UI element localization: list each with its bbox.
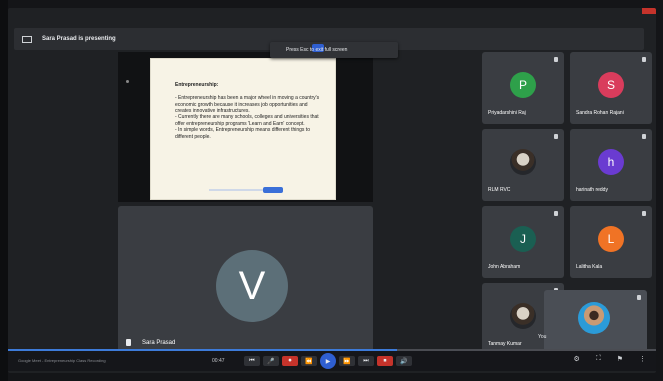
participant-avatar: J bbox=[510, 226, 536, 252]
participant-name: Priyadarshini Raj bbox=[488, 110, 526, 116]
participant-name: harinath reddy bbox=[576, 187, 608, 193]
main-participant-tile[interactable]: V Sara Prasad bbox=[118, 206, 373, 352]
control-button[interactable]: ⏺ bbox=[282, 356, 298, 366]
fullscreen-popup: Press Esc to exit full screen bbox=[270, 42, 398, 58]
participant-tile[interactable]: P Priyadarshini Raj bbox=[482, 52, 564, 124]
control-button[interactable]: ⏮ bbox=[244, 356, 260, 366]
fullscreen-popup-text: Press Esc to exit full screen bbox=[286, 47, 348, 53]
screen-share-icon bbox=[22, 35, 32, 43]
toolbar-icon[interactable]: ⋮ bbox=[639, 355, 646, 363]
slide-button[interactable] bbox=[263, 187, 283, 193]
mic-icon bbox=[554, 134, 558, 139]
presenting-banner-text: Sara Prasad is presenting bbox=[42, 36, 116, 42]
slide-content: Entrepreneurship: - Entrepreneurship has… bbox=[175, 76, 325, 140]
control-button[interactable]: 🔊 bbox=[396, 356, 412, 366]
participant-tile[interactable]: RLM RVC bbox=[482, 129, 564, 201]
participant-name: Tanmay Kumar bbox=[488, 341, 522, 347]
progress-bar[interactable] bbox=[8, 349, 656, 351]
toolbar-icon[interactable]: ⚑ bbox=[617, 355, 623, 363]
control-button[interactable]: ⏪ bbox=[301, 356, 317, 366]
control-button[interactable]: ⏹ bbox=[377, 356, 393, 366]
mic-icon bbox=[642, 211, 646, 216]
main-avatar: V bbox=[216, 250, 288, 322]
control-button[interactable]: 🎤 bbox=[263, 356, 279, 366]
slide-body: - Entrepreneurship has been a major whee… bbox=[175, 95, 320, 140]
meeting-window: Sara Prasad is presenting Entrepreneursh… bbox=[8, 8, 656, 373]
time-label: 00:47 bbox=[212, 358, 225, 364]
pointer-dot bbox=[126, 80, 129, 83]
control-buttons: ⏮ 🎤 ⏺ ⏪ ▶ ⏩ ⏭ ⏹ 🔊 bbox=[244, 353, 440, 369]
mic-icon bbox=[637, 295, 641, 300]
progress-fill bbox=[8, 349, 397, 351]
shared-slide: Entrepreneurship: - Entrepreneurship has… bbox=[150, 58, 336, 200]
mic-icon bbox=[554, 211, 558, 216]
participant-avatar bbox=[510, 303, 536, 329]
close-indicator[interactable] bbox=[642, 8, 656, 14]
participant-avatar: P bbox=[510, 72, 536, 98]
control-button[interactable]: ▶ bbox=[320, 353, 336, 369]
toolbar-icon[interactable]: ⛶ bbox=[596, 355, 601, 363]
participant-avatar bbox=[510, 149, 536, 175]
participant-name: RLM RVC bbox=[488, 187, 511, 193]
mic-icon bbox=[642, 57, 646, 62]
participant-tile[interactable]: L Lalitha Kala bbox=[570, 206, 652, 278]
mic-icon bbox=[642, 134, 646, 139]
participant-avatar: h bbox=[598, 149, 624, 175]
participant-tile[interactable]: J John Abraham bbox=[482, 206, 564, 278]
control-button[interactable]: ⏩ bbox=[339, 356, 355, 366]
left-margin bbox=[0, 0, 8, 381]
slide-progress bbox=[209, 189, 269, 191]
slide-heading: Entrepreneurship: bbox=[175, 82, 219, 89]
participant-name: Lalitha Kala bbox=[576, 264, 603, 270]
right-controls: ⚙ ⛶ ⚑ ⋮ bbox=[574, 355, 646, 363]
main-participant-name: Sara Prasad bbox=[142, 340, 176, 346]
presentation-stage: Entrepreneurship: - Entrepreneurship has… bbox=[118, 52, 373, 202]
participant-tile[interactable]: S Sandra Rohan Rajani bbox=[570, 52, 652, 124]
recording-title: Google Meet - Entrepreneurship Class Rec… bbox=[18, 358, 106, 363]
self-name: You bbox=[538, 334, 547, 340]
pin-icon[interactable] bbox=[126, 339, 131, 346]
participant-avatar: L bbox=[598, 226, 624, 252]
participant-name: Sandra Rohan Rajani bbox=[576, 110, 624, 116]
player-controls: Google Meet - Entrepreneurship Class Rec… bbox=[8, 349, 656, 371]
participant-avatar: S bbox=[598, 72, 624, 98]
mic-icon bbox=[554, 57, 558, 62]
toolbar-icon[interactable]: ⚙ bbox=[574, 355, 580, 363]
participant-name: John Abraham bbox=[488, 264, 521, 270]
control-button[interactable]: ⏭ bbox=[358, 356, 374, 366]
participant-tile[interactable]: h harinath reddy bbox=[570, 129, 652, 201]
self-view-tile[interactable]: You bbox=[538, 290, 647, 354]
self-avatar bbox=[578, 302, 610, 334]
